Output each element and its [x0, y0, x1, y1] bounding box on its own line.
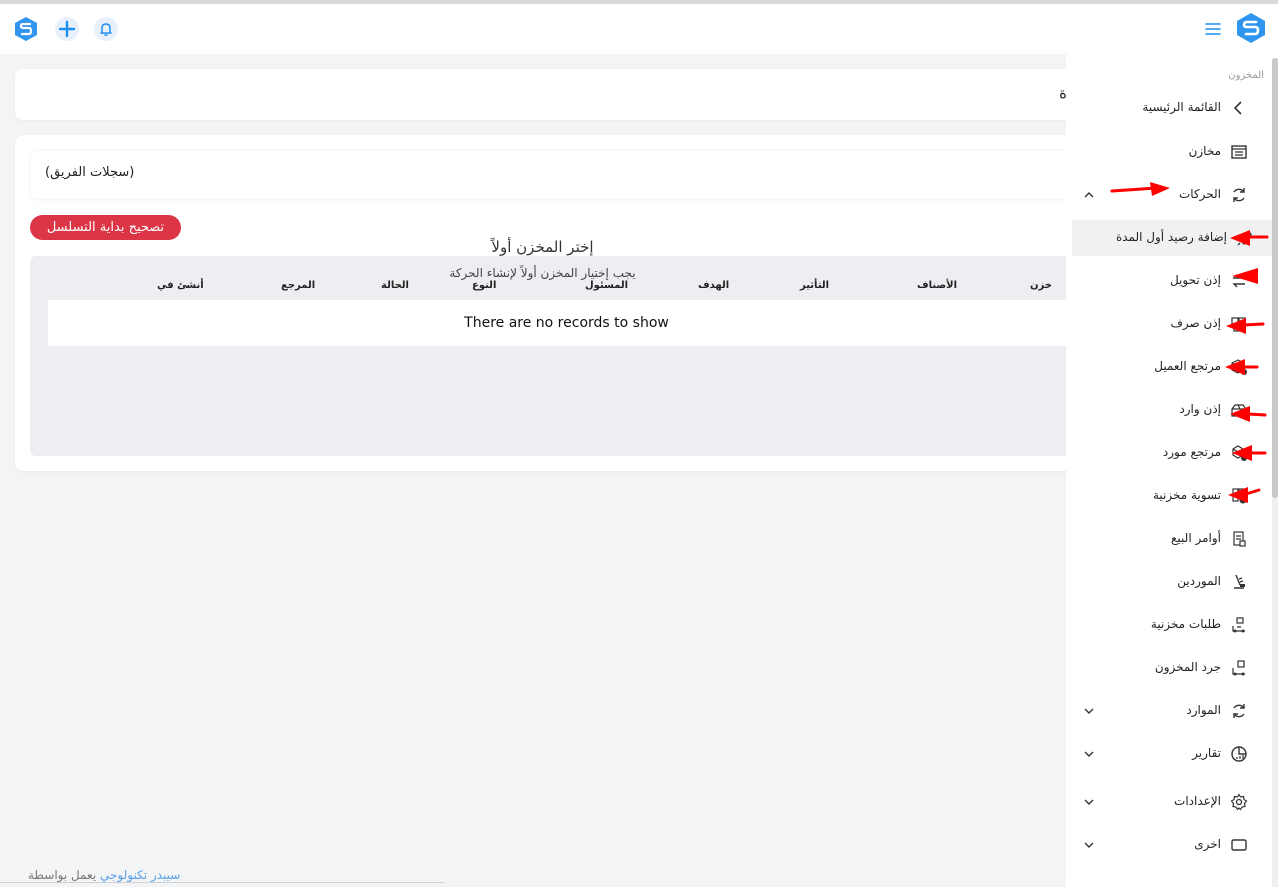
sidebar-item-settings[interactable]: الإعدادات	[1066, 784, 1272, 820]
resources-icon	[1229, 701, 1249, 721]
sidebar: المخزون القائمة الرئيسية مخازن الحركات إ…	[1066, 54, 1278, 887]
warehouse-icon	[1229, 142, 1249, 162]
chevron-down-icon	[1081, 746, 1097, 762]
column-header[interactable]: أنشئ في	[157, 280, 204, 291]
footer: سيبدر تكنولوجي يعمل بواسطة	[28, 868, 180, 882]
column-header[interactable]: الهدف	[698, 280, 729, 291]
column-header[interactable]: التأثير	[800, 280, 829, 291]
sales-order-icon	[1229, 529, 1249, 549]
team-records-label: (سجلات الفريق)	[45, 165, 135, 180]
sidebar-item-label: القائمة الرئيسية	[1142, 100, 1221, 114]
menu-icon[interactable]	[1199, 15, 1227, 43]
plus-icon[interactable]	[53, 15, 81, 43]
chevron-down-icon	[1081, 794, 1097, 810]
sidebar-item-inventory-count[interactable]: جرد المخزون	[1066, 650, 1272, 686]
sidebar-item-stock-requests[interactable]: طلبات مخزنية	[1066, 607, 1272, 643]
sidebar-item-label: إضافة رصيد أول المدة	[1115, 230, 1227, 244]
annotation-arrow	[1225, 359, 1259, 375]
column-header[interactable]: النوع	[472, 280, 496, 291]
sidebar-item-label: إذن صرف	[1170, 316, 1221, 330]
column-header[interactable]: خزن	[1030, 280, 1052, 291]
title-card: ة	[15, 69, 1085, 120]
top-bar	[0, 4, 1278, 54]
sidebar-item-label: تقارير	[1192, 746, 1221, 760]
sidebar-item-label: تسوية مخزنية	[1152, 488, 1221, 502]
chevron-left-icon	[1229, 98, 1249, 118]
sidebar-item-main-menu[interactable]: القائمة الرئيسية	[1066, 90, 1272, 126]
sidebar-item-sales-orders[interactable]: أوامر البيع	[1066, 521, 1272, 557]
sidebar-item-label: مخازن	[1188, 144, 1221, 158]
sidebar-item-label: طلبات مخزنية	[1150, 617, 1221, 631]
inventory-count-icon	[1229, 658, 1249, 678]
column-header[interactable]: المسئول	[585, 280, 628, 291]
sidebar-item-label: الموردين	[1177, 574, 1221, 588]
refresh-icon	[1229, 185, 1249, 205]
sidebar-item-resources[interactable]: الموارد	[1066, 693, 1272, 729]
sidebar-item-label: الموارد	[1186, 703, 1221, 717]
column-header[interactable]: المرجع	[281, 280, 315, 291]
sidebar-item-reports[interactable]: تقارير	[1066, 736, 1272, 772]
no-records-message: There are no records to show	[48, 300, 1085, 346]
records-table: خزن الأصناف التأثير الهدف المسئول النوع …	[30, 256, 1085, 456]
footer-prefix: يعمل بواسطة	[28, 868, 97, 882]
footer-brand-link[interactable]: سيبدر تكنولوجي	[100, 868, 180, 882]
sidebar-item-other[interactable]: اخرى	[1066, 827, 1272, 863]
scrollbar-thumb[interactable]	[1272, 58, 1278, 498]
gear-icon	[1229, 792, 1249, 812]
app-logo-icon[interactable]	[1235, 12, 1267, 44]
pie-chart-icon	[1229, 744, 1249, 764]
sidebar-item-label: أوامر البيع	[1171, 531, 1221, 545]
column-header[interactable]: الأصناف	[917, 280, 957, 291]
chevron-up-icon	[1081, 187, 1097, 203]
stock-request-icon	[1229, 615, 1249, 635]
empty-state-title: إختر المخزن أولاً	[491, 238, 594, 256]
screen-icon	[1229, 835, 1249, 855]
empty-state-subtitle: يجب إختيار المخزن أولاً لإنشاء الحركة	[449, 266, 636, 280]
sidebar-item-label: اخرى	[1194, 837, 1221, 851]
sidebar-item-warehouses[interactable]: مخازن	[1066, 134, 1272, 170]
annotation-arrow	[1230, 230, 1269, 246]
sidebar-section-title: المخزون	[1228, 70, 1264, 81]
annotation-arrow	[1226, 318, 1265, 334]
annotation-arrow	[1232, 445, 1267, 461]
sidebar-item-label: إذن وارد	[1179, 402, 1221, 416]
annotation-arrow	[1230, 406, 1267, 422]
bell-icon[interactable]	[92, 15, 120, 43]
sidebar-item-label: مرتجع مورد	[1162, 445, 1221, 459]
sidebar-item-label: الحركات	[1178, 187, 1221, 201]
sidebar-item-label: مرتجع العميل	[1154, 359, 1221, 373]
annotation-arrow	[1228, 487, 1261, 503]
sidebar-item-suppliers[interactable]: الموردين	[1066, 564, 1272, 600]
main-card: (سجلات الفريق) تصحيح بداية التسلسل خزن ا…	[15, 135, 1085, 471]
chevron-down-icon	[1081, 837, 1097, 853]
supplier-icon	[1229, 572, 1249, 592]
footer-divider	[0, 882, 444, 883]
annotation-arrow	[1110, 182, 1170, 196]
fix-sequence-button[interactable]: تصحيح بداية التسلسل	[30, 215, 181, 240]
sidebar-item-label: الإعدادات	[1174, 794, 1221, 808]
sidebar-item-label: جرد المخزون	[1154, 660, 1221, 674]
chevron-down-icon	[1081, 703, 1097, 719]
annotation-arrow	[1232, 268, 1258, 284]
team-records-filter[interactable]: (سجلات الفريق)	[31, 151, 1085, 199]
sidebar-scrollbar[interactable]	[1272, 58, 1278, 887]
column-header[interactable]: الحالة	[381, 280, 409, 291]
app-logo-icon[interactable]	[12, 15, 40, 43]
sidebar-item-label: إذن تحويل	[1169, 273, 1221, 287]
